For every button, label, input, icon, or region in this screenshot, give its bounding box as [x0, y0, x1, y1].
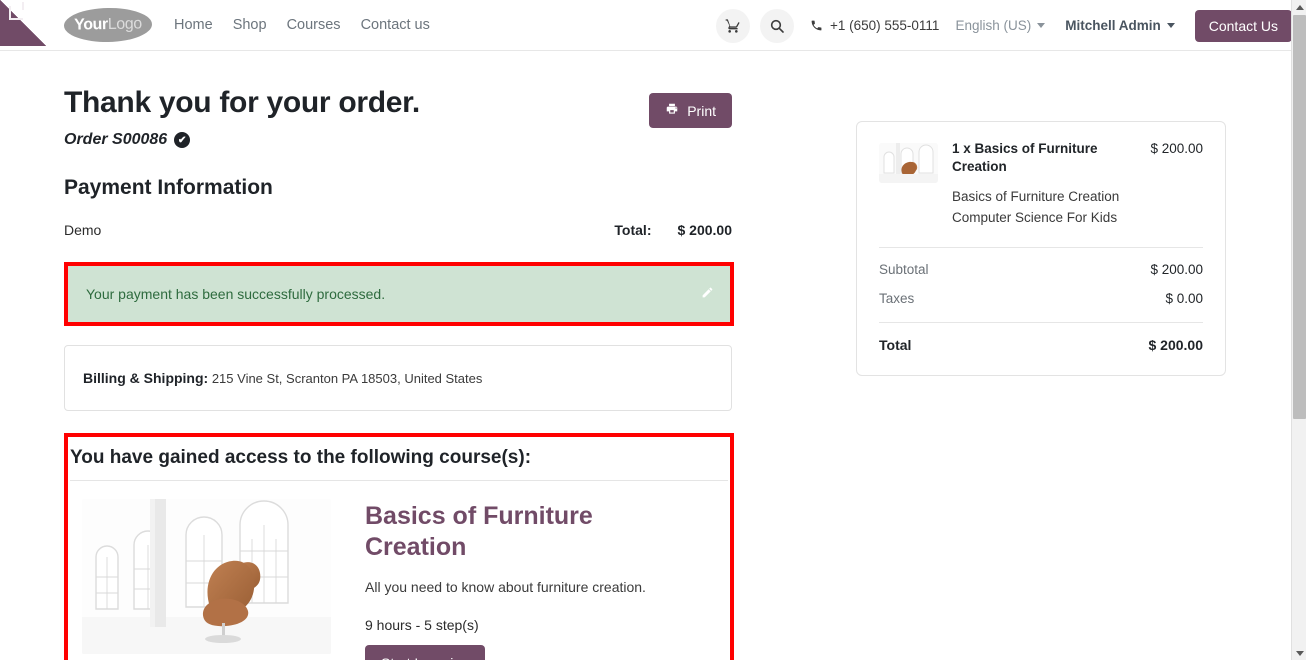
- contact-us-button[interactable]: Contact Us: [1194, 9, 1292, 42]
- phone-label: +1 (650) 555-0111: [829, 18, 940, 33]
- payment-success-message: Your payment has been successfully proce…: [86, 286, 386, 302]
- course-row: Basics of Furniture Creation All you nee…: [68, 481, 730, 660]
- chevron-down-icon: [1037, 23, 1046, 28]
- payment-provider-label: Demo: [64, 222, 102, 238]
- header-actions: +1 (650) 555-0111 English (US) Mitchell …: [715, 0, 1292, 51]
- summary-subtotal-value: $ 200.00: [1150, 262, 1203, 278]
- scroll-down-arrow-icon[interactable]: [1292, 646, 1306, 660]
- language-label: English (US): [955, 18, 1032, 33]
- print-button-label: Print: [687, 102, 716, 119]
- shopping-cart-icon[interactable]: [715, 8, 750, 43]
- scrollbar-thumb[interactable]: [1293, 15, 1306, 419]
- corner-arrow-icon: [9, 6, 23, 20]
- order-item-name: 1 x Basics of Furniture Creation: [952, 141, 1098, 174]
- payment-total-row: Demo Total: $ 200.00: [64, 222, 732, 238]
- summary-subtotal-label: Subtotal: [879, 262, 929, 278]
- printer-icon: [665, 102, 679, 119]
- order-confirmation-column: Thank you for your order. Order S00086 ✔: [0, 51, 800, 660]
- order-summary-card: 1 x Basics of Furniture Creation Basics …: [856, 121, 1226, 377]
- summary-total-label: Total: [879, 337, 912, 354]
- main-navigation: Home Shop Courses Contact us: [174, 17, 430, 33]
- billing-shipping-address: 215 Vine St, Scranton PA 18503, United S…: [211, 371, 483, 386]
- course-title[interactable]: Basics of Furniture Creation: [365, 501, 630, 564]
- payment-success-alert-highlight: Your payment has been successfully proce…: [64, 262, 734, 326]
- page-scrollbar[interactable]: [1291, 0, 1306, 660]
- order-summary-item: 1 x Basics of Furniture Creation Basics …: [879, 140, 1203, 229]
- print-button[interactable]: Print: [649, 93, 732, 128]
- payment-total-value: $ 200.00: [677, 222, 733, 238]
- site-logo[interactable]: Your Logo: [63, 7, 153, 43]
- site-header: Your Logo Home Shop Courses Contact us +…: [0, 0, 1306, 51]
- check-circle-icon: ✔: [174, 132, 191, 148]
- page-title: Thank you for your order.: [64, 86, 420, 119]
- search-icon[interactable]: [759, 8, 794, 43]
- course-description: All you need to know about furniture cre…: [365, 578, 646, 595]
- course-details: Basics of Furniture Creation All you nee…: [365, 499, 728, 660]
- page-root: Your Logo Home Shop Courses Contact us +…: [0, 0, 1306, 660]
- language-selector[interactable]: English (US): [955, 18, 1046, 33]
- start-learning-button[interactable]: Start Learning: [365, 644, 485, 660]
- page-container: Thank you for your order. Order S00086 ✔: [0, 51, 1290, 660]
- order-reference: Order S00086 ✔: [64, 131, 649, 149]
- user-name-label: Mitchell Admin: [1065, 18, 1161, 33]
- courses-access-heading: You have gained access to the following …: [70, 437, 728, 481]
- order-reference-label: Order S00086: [64, 131, 168, 148]
- pencil-icon[interactable]: [701, 286, 714, 302]
- nav-item-courses[interactable]: Courses: [287, 17, 341, 33]
- furniture-course-thumbnail[interactable]: [82, 499, 331, 654]
- order-item-thumbnail: [879, 143, 938, 183]
- summary-taxes-value: $ 0.00: [1165, 291, 1203, 307]
- nav-item-shop[interactable]: Shop: [233, 17, 267, 33]
- user-menu[interactable]: Mitchell Admin: [1065, 18, 1175, 33]
- summary-row-taxes: Taxes $ 0.00: [879, 291, 1203, 306]
- courses-access-panel: You have gained access to the following …: [68, 437, 730, 660]
- order-item-price: $ 200.00: [1150, 141, 1203, 156]
- phone-number[interactable]: +1 (650) 555-0111: [810, 18, 939, 33]
- billing-shipping-label: Billing & Shipping:: [83, 370, 209, 386]
- summary-divider: [879, 322, 1203, 324]
- order-summary-column: 1 x Basics of Furniture Creation Basics …: [800, 51, 1226, 377]
- nav-item-home[interactable]: Home: [174, 17, 213, 33]
- summary-row-subtotal: Subtotal $ 200.00: [879, 262, 1203, 277]
- course-meta: 9 hours - 5 step(s): [365, 616, 479, 633]
- order-item-info: 1 x Basics of Furniture Creation Basics …: [952, 140, 1136, 229]
- phone-icon: [810, 19, 823, 32]
- summary-divider: [879, 247, 1203, 249]
- summary-row-total: Total $ 200.00: [879, 337, 1203, 353]
- payment-total-label: Total:: [614, 222, 652, 238]
- summary-taxes-label: Taxes: [879, 291, 915, 307]
- chevron-down-icon: [1166, 23, 1175, 28]
- scroll-up-arrow-icon[interactable]: [1292, 0, 1306, 14]
- summary-total-value: $ 200.00: [1148, 337, 1204, 354]
- courses-access-panel-highlight: You have gained access to the following …: [64, 433, 734, 660]
- editor-corner-icon[interactable]: [0, 0, 46, 46]
- nav-item-contact-us[interactable]: Contact us: [361, 17, 430, 33]
- billing-shipping-card: Billing & Shipping: 215 Vine St, Scranto…: [64, 345, 732, 411]
- logo-text-light: Logo: [107, 15, 142, 34]
- order-item-description: Basics of Furniture Creation Computer Sc…: [952, 188, 1120, 226]
- payment-success-alert: Your payment has been successfully proce…: [68, 266, 730, 322]
- logo-text-bold: Your: [74, 16, 108, 34]
- payment-information-heading: Payment Information: [64, 176, 273, 199]
